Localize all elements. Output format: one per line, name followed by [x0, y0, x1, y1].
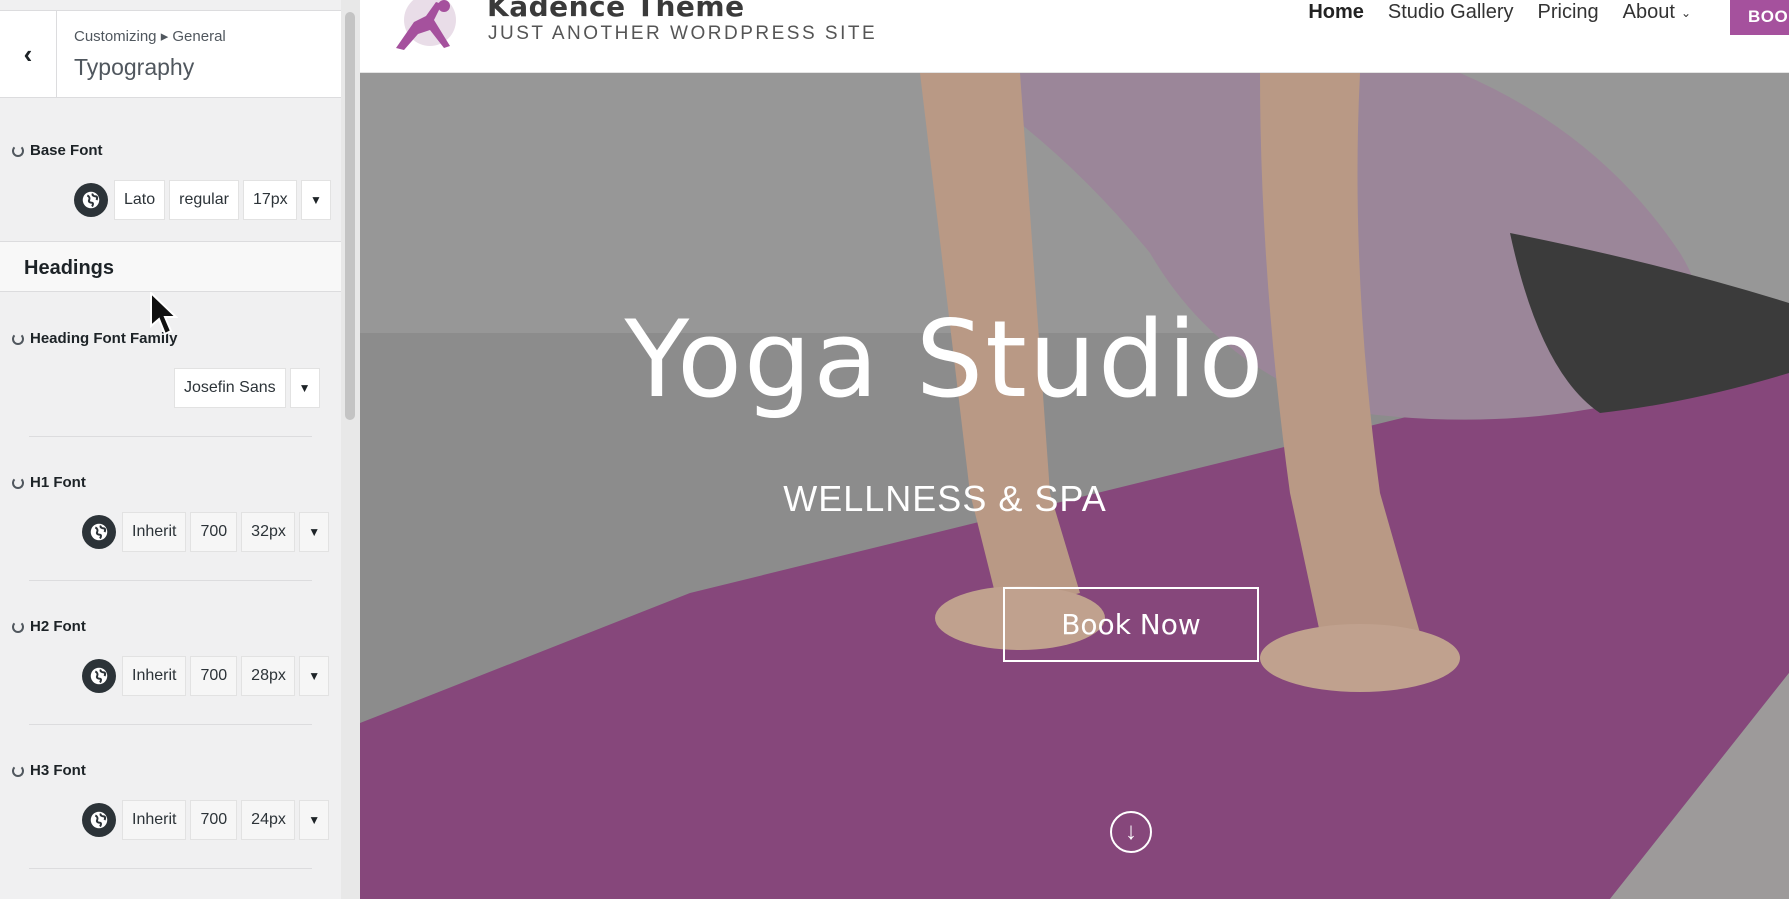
reset-icon[interactable]	[12, 764, 24, 777]
h2-font-label: H2 Font	[12, 618, 86, 635]
site-tagline: JUST ANOTHER WORDPRESS SITE	[488, 23, 878, 44]
globe-icon[interactable]	[82, 803, 116, 837]
back-button[interactable]: ‹	[0, 11, 57, 98]
triangle-down-icon[interactable]: ▼	[289, 368, 320, 408]
h3-font-size[interactable]: 24px	[241, 800, 296, 840]
globe-icon[interactable]	[82, 659, 116, 693]
nav-item-home[interactable]: Home	[1296, 1, 1376, 24]
divider	[29, 436, 312, 437]
base-font-label: Base Font	[12, 142, 103, 159]
h1-font-size[interactable]: 32px	[241, 512, 296, 552]
h3-font-label: H3 Font	[12, 762, 86, 779]
headings-title: Headings	[24, 257, 115, 279]
nav-item-pricing[interactable]: Pricing	[1526, 1, 1611, 24]
section-title: Typography	[74, 54, 195, 80]
h2-font-family[interactable]: Inherit	[122, 656, 187, 696]
chevron-left-icon: ‹	[23, 39, 33, 69]
nav-item-studio-gallery[interactable]: Studio Gallery	[1376, 1, 1526, 24]
heading-family-row: Josefin Sans ▼	[174, 368, 320, 408]
hero-section: Yoga Studio WELLNESS & SPA Book Now ↓	[360, 73, 1789, 899]
triangle-down-icon[interactable]: ▼	[299, 656, 330, 696]
panel-header: ‹ Customizing ▸ General Typography	[0, 10, 341, 98]
divider	[29, 868, 312, 869]
site-header: Kadence Theme JUST ANOTHER WORDPRESS SIT…	[360, 0, 1789, 73]
nav-item-about[interactable]: About ⌄	[1611, 1, 1703, 24]
divider	[29, 580, 312, 581]
reset-icon[interactable]	[12, 144, 24, 157]
globe-icon[interactable]	[74, 183, 108, 217]
h2-font-weight[interactable]: 700	[190, 656, 238, 696]
h3-font-row: Inherit 700 24px ▼	[82, 800, 330, 840]
h2-font-row: Inherit 700 28px ▼	[82, 656, 330, 696]
breadcrumb: Customizing ▸ General	[74, 28, 226, 45]
primary-nav: Home Studio Gallery Pricing About ⌄	[1296, 1, 1703, 24]
reset-icon[interactable]	[12, 620, 24, 633]
site-title[interactable]: Kadence Theme	[487, 0, 745, 23]
triangle-down-icon[interactable]: ▼	[300, 180, 331, 220]
customizer-panel: ‹ Customizing ▸ General Typography Base …	[0, 0, 360, 899]
headings-section: Headings	[0, 241, 341, 292]
triangle-down-icon[interactable]: ▼	[299, 800, 330, 840]
base-font-row: Lato regular 17px ▼	[74, 180, 331, 220]
triangle-down-icon[interactable]: ▼	[299, 512, 330, 552]
globe-icon[interactable]	[82, 515, 116, 549]
h3-font-family[interactable]: Inherit	[122, 800, 187, 840]
hero-book-now-button[interactable]: Book Now	[1003, 587, 1259, 662]
h1-font-label: H1 Font	[12, 474, 86, 491]
h1-font-weight[interactable]: 700	[190, 512, 238, 552]
h1-font-row: Inherit 700 32px ▼	[82, 512, 330, 552]
reset-icon[interactable]	[12, 476, 24, 489]
arrow-down-circle-icon[interactable]: ↓	[1110, 811, 1152, 853]
base-font-weight[interactable]: regular	[169, 180, 239, 220]
h2-font-size[interactable]: 28px	[241, 656, 296, 696]
chevron-down-icon: ⌄	[1680, 5, 1691, 20]
header-book-button[interactable]: BOO	[1730, 0, 1789, 35]
divider	[29, 724, 312, 725]
reset-icon[interactable]	[12, 332, 24, 345]
heading-font-family[interactable]: Josefin Sans	[174, 368, 286, 408]
mouse-cursor-icon	[150, 292, 178, 336]
yoga-logo-icon[interactable]	[390, 0, 462, 52]
h3-font-weight[interactable]: 700	[190, 800, 238, 840]
base-font-size[interactable]: 17px	[242, 180, 297, 220]
hero-title: Yoga Studio	[624, 298, 1266, 421]
site-preview: Yoga Studio WELLNESS & SPA Book Now ↓ Ka…	[360, 0, 1789, 899]
hero-subtitle: WELLNESS & SPA	[783, 478, 1107, 519]
base-font-family[interactable]: Lato	[114, 180, 166, 220]
h1-font-family[interactable]: Inherit	[122, 512, 187, 552]
panel-scrollbar-thumb[interactable]	[345, 12, 355, 420]
